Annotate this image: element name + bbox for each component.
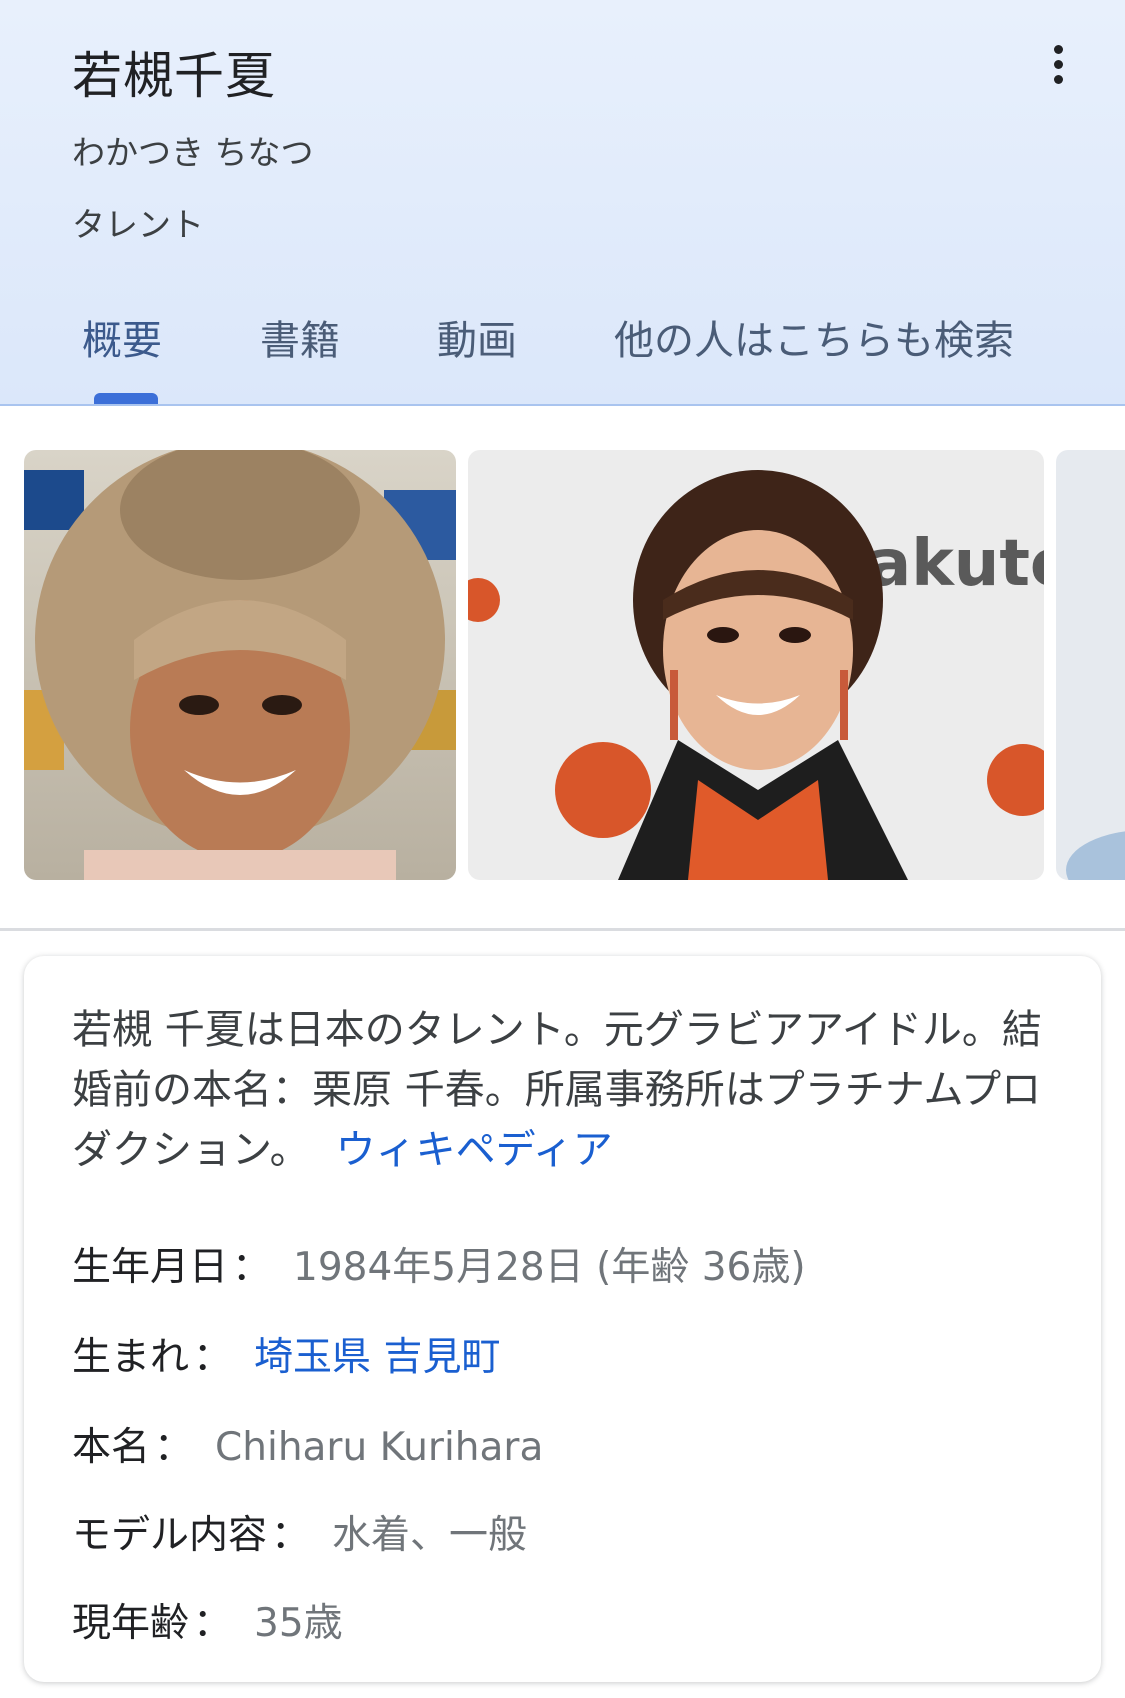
profile-photo-3[interactable] <box>1056 450 1125 880</box>
fact-value: 35歳 <box>254 1601 343 1646</box>
svg-text:akute: akute <box>868 527 1044 601</box>
birthplace-prefecture-link[interactable]: 埼玉県 <box>254 1335 371 1380</box>
tab-videos[interactable]: 動画 <box>437 308 517 366</box>
section-divider <box>0 928 1125 931</box>
entity-title: 若槻千夏 <box>72 47 276 105</box>
fact-label: 生年月日 <box>72 1245 229 1290</box>
fact-label: 生まれ <box>72 1335 190 1380</box>
fact-current-age: 現年齢： 35歳 <box>72 1592 343 1648</box>
fact-separator: ： <box>193 1601 233 1646</box>
more-vert-icon <box>1053 44 1063 84</box>
active-tab-indicator <box>94 393 158 404</box>
fact-birthdate: 生年月日： 1984年5月28日 (年齢 36歳) <box>72 1236 806 1292</box>
more-options-button[interactable] <box>1030 36 1086 92</box>
fact-value: Chiharu Kurihara <box>215 1425 544 1470</box>
entity-description: 若槻 千夏は日本のタレント。元グラビアアイドル。結婚前の本名：栗原 千春。所属事… <box>72 1000 1062 1180</box>
fact-label: 本名 <box>72 1425 151 1470</box>
tab-people-also-search[interactable]: 他の人はこちらも検索 <box>614 308 1014 366</box>
fact-real-name: 本名： Chiharu Kurihara <box>72 1416 543 1472</box>
wikipedia-link[interactable]: ウィキペディア <box>336 1127 613 1173</box>
tab-overview[interactable]: 概要 <box>82 308 162 366</box>
tab-books[interactable]: 書籍 <box>260 308 340 366</box>
fact-model-type: モデル内容： 水着、一般 <box>72 1504 527 1560</box>
fact-birthplace: 生まれ： 埼玉県 吉見町 <box>72 1326 500 1382</box>
fact-separator: ： <box>193 1335 233 1380</box>
profile-photo-2[interactable]: akute <box>468 450 1044 880</box>
entity-category: タレント <box>72 205 204 244</box>
entity-info-card: 若槻 千夏は日本のタレント。元グラビアアイドル。結婚前の本名：栗原 千春。所属事… <box>24 956 1101 1682</box>
knowledge-panel-header: 若槻千夏 わかつき ちなつ タレント 概要 書籍 動画 他の人はこちらも検索 <box>0 0 1125 406</box>
fact-separator: ： <box>271 1513 311 1558</box>
entity-reading: わかつき ちなつ <box>72 133 314 172</box>
fact-label: モデル内容 <box>72 1513 268 1558</box>
profile-photo-1[interactable] <box>24 450 456 880</box>
fact-value: 1984年5月28日 (年齢 36歳) <box>293 1245 806 1290</box>
image-carousel: akute <box>0 450 1125 880</box>
fact-separator: ： <box>154 1425 194 1470</box>
fact-value: 水着、一般 <box>332 1513 528 1558</box>
fact-separator: ： <box>232 1245 272 1290</box>
birthplace-town-link[interactable]: 吉見町 <box>383 1335 500 1380</box>
fact-label: 現年齢 <box>72 1601 190 1646</box>
